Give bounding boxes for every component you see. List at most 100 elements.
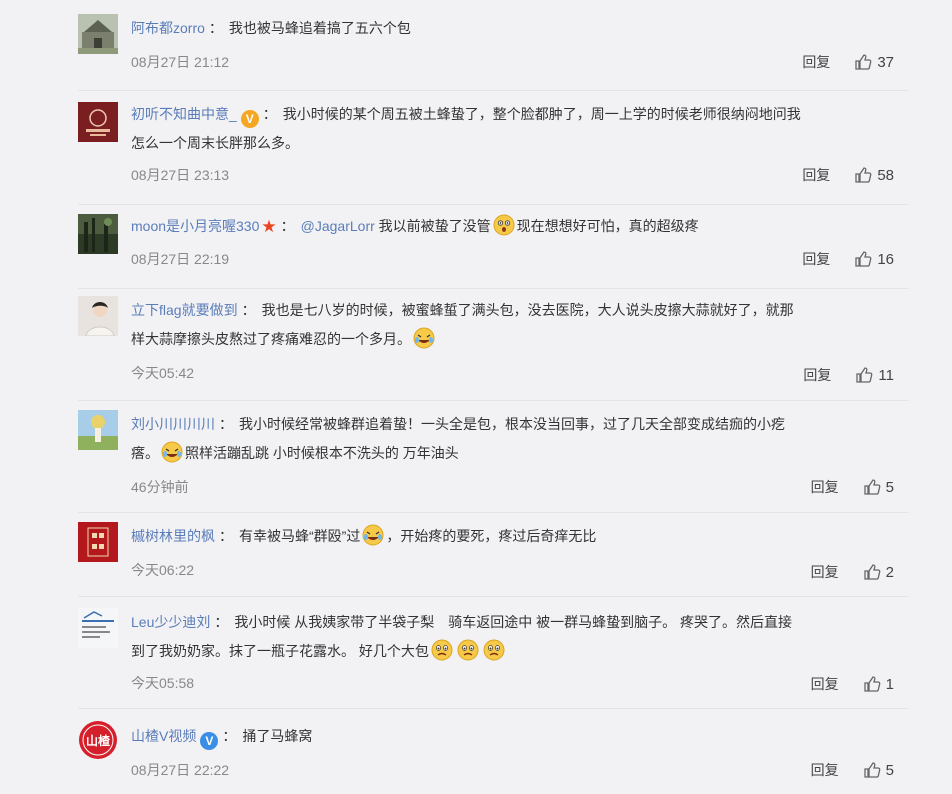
avatar[interactable] (78, 410, 118, 450)
like-button[interactable]: 16 (854, 250, 894, 268)
comment-item: 刘小川川川川： 我小时候经常被蜂群追着蛰！一头全是包，根本没当回事，过了几天全部变… (78, 400, 908, 513)
reply-button[interactable]: 回复 (802, 249, 830, 269)
comment-actions: 回复 11 (803, 365, 894, 385)
like-button[interactable]: 2 (863, 563, 894, 581)
verified-badge-icon: V (240, 110, 259, 128)
reply-button[interactable]: 回复 (802, 165, 830, 185)
comment-text-a: 我以前被蛰了没管 (378, 218, 491, 234)
verified-badge-icon: V (200, 732, 219, 750)
comment-text-line1: 我小时候 从我姨家带了半袋子梨 骑车返回途中 被一群马蜂蛰到脑子。 疼哭了。然后… (234, 614, 793, 630)
thumbs-up-icon (864, 479, 881, 495)
comment-text-line2: 怎么一个周末长胖那么多。 (131, 135, 299, 151)
comment-item: 阿布都zorro： 我也被马蜂追着搞了五六个包 08月27日 21:12 回复 3… (78, 0, 908, 91)
comment-list: 阿布都zorro：我也被马蜂追着搞了五六个包 08月27日 21:12 回复 3… (0, 0, 952, 794)
thumbs-up-icon (864, 762, 881, 778)
avatar[interactable] (78, 608, 118, 648)
comment-text-line1: 我也是七八岁的时候，被蜜蜂蜇了满头包，没去医院，大人说头皮擦大蒜就好了，就那 (261, 302, 794, 318)
comment-text: 我也被马蜂追着搞了五六个包 (228, 20, 411, 36)
comment-body: 槭树林里的枫： 有幸被马蜂“群殴”过 ，开始疼的要死，疼过后奇痒无比 (131, 522, 906, 551)
username-link[interactable]: 刘小川川川川 (131, 416, 215, 432)
comment-actions: 回复 2 (811, 562, 894, 582)
reply-button[interactable]: 回复 (811, 562, 839, 582)
reply-button[interactable]: 回复 (803, 365, 831, 385)
like-count: 5 (885, 478, 894, 496)
comment-body: 阿布都zorro： 我也被马蜂追着搞了五六个包 (131, 14, 906, 43)
colon: ： (280, 218, 295, 234)
comment-text-line2a: 瘩。 (131, 445, 159, 461)
colon: ： (241, 302, 256, 318)
username-link[interactable]: 初听不知曲中意_ (131, 106, 237, 122)
like-count: 2 (885, 563, 894, 581)
like-button[interactable]: 5 (863, 478, 894, 496)
shocked-emoji-icon (493, 214, 515, 236)
colon: ： (219, 528, 233, 544)
laughing-tears-emoji-icon (362, 524, 384, 546)
username-link[interactable]: 立下flag就要做到 (131, 302, 238, 318)
sad-emoji-icon (483, 639, 505, 661)
comment-actions: 回复 58 (802, 165, 894, 185)
like-button[interactable]: 11 (855, 366, 894, 384)
avatar[interactable]: 山楂 (78, 720, 118, 760)
thumbs-up-icon (856, 367, 873, 383)
comment-body: 立下flag就要做到： 我也是七八岁的时候，被蜜蜂蜇了满头包，没去医院，大人说头皮… (131, 296, 906, 354)
like-button[interactable]: 58 (854, 166, 894, 184)
username-link[interactable]: 槭树林里的枫 (131, 528, 215, 544)
reply-button[interactable]: 回复 (811, 760, 839, 780)
comment-text-line2b: 照样活蹦乱跳 小时候根本不洗头的 万年油头 (185, 445, 459, 461)
sad-emoji-icon (457, 639, 479, 661)
comment-text-b: ，开始疼的要死，疼过后奇痒无比 (386, 528, 597, 544)
avatar[interactable] (78, 522, 118, 562)
comment-time: 08月27日 22:22 (131, 762, 230, 778)
laughing-tears-emoji-icon (161, 441, 183, 463)
comment-item: moon是小月亮喔330 ★： @JagarLorr 我以前被蛰了没管 现在想想好可怕… (78, 204, 908, 289)
laughing-tears-emoji-icon (413, 327, 435, 349)
comment-actions: 回复 5 (811, 477, 894, 497)
reply-button[interactable]: 回复 (811, 674, 839, 694)
comment-item: Leu少少迪刘： 我小时候 从我姨家带了半袋子梨 骑车返回途中 被一群马蜂蛰到脑子… (78, 596, 908, 709)
username-link[interactable]: 阿布都zorro (131, 20, 205, 36)
comment-item: 槭树林里的枫： 有幸被马蜂“群殴”过 ，开始疼的要死，疼过后奇痒无比 今天06:22… (78, 512, 908, 597)
comment-body: 刘小川川川川： 我小时候经常被蜂群追着蛰！一头全是包，根本没当回事，过了几天全部变… (131, 410, 906, 468)
thumbs-up-icon (855, 251, 872, 267)
comment-time: 08月27日 23:13 (131, 167, 230, 183)
avatar[interactable] (78, 14, 118, 54)
comment-text-line2: 样大蒜摩擦头皮熬过了疼痛难忍的一个多月。 (131, 331, 411, 347)
reply-button[interactable]: 回复 (802, 52, 830, 72)
comment-time: 今天05:42 (131, 365, 195, 381)
avatar[interactable] (78, 296, 118, 336)
colon: ： (262, 106, 277, 122)
comment-actions: 回复 37 (802, 52, 894, 72)
thumbs-up-icon (864, 676, 881, 692)
like-count: 37 (877, 53, 894, 71)
comment-body: 初听不知曲中意_ V： 我小时候的某个周五被土蜂蛰了，整个脸都肿了，周一上学的时候老… (131, 100, 906, 158)
avatar[interactable] (78, 214, 118, 254)
comment-actions: 回复 16 (802, 249, 894, 269)
like-button[interactable]: 37 (854, 53, 894, 71)
comment-time: 08月27日 22:19 (131, 251, 230, 267)
username-link[interactable]: 山楂V视频 (131, 728, 196, 744)
like-count: 11 (878, 366, 894, 384)
comment-item: 初听不知曲中意_ V： 我小时候的某个周五被土蜂蛰了，整个脸都肿了，周一上学的时候老… (78, 90, 908, 205)
like-count: 1 (885, 675, 894, 693)
like-count: 16 (877, 250, 894, 268)
comment-text-b: 现在想想好可怕，真的超级疼 (516, 218, 699, 234)
username-link[interactable]: Leu少少迪刘 (131, 614, 210, 630)
sad-emoji-icon (431, 639, 453, 661)
like-count: 5 (885, 761, 894, 779)
colon: ： (222, 728, 237, 744)
avatar[interactable] (78, 102, 118, 142)
avatar-text: 山楂 (86, 733, 111, 748)
thumbs-up-icon (855, 167, 872, 183)
comment-body: moon是小月亮喔330 ★： @JagarLorr 我以前被蛰了没管 现在想想好可怕… (131, 212, 906, 241)
mention-link[interactable]: @JagarLorr (301, 218, 375, 234)
comment-text-a: 有幸被马蜂“群殴”过 (239, 528, 361, 544)
reply-button[interactable]: 回复 (811, 477, 839, 497)
like-button[interactable]: 5 (863, 761, 894, 779)
comment-text: 捅了马蜂窝 (242, 728, 313, 744)
comment-text-line1: 我小时候的某个周五被土蜂蛰了，整个脸都肿了，周一上学的时候老师很纳闷地问我 (282, 106, 801, 122)
username-link[interactable]: moon是小月亮喔330 (131, 218, 259, 234)
comment-body: Leu少少迪刘： 我小时候 从我姨家带了半袋子梨 骑车返回途中 被一群马蜂蛰到脑子… (131, 608, 906, 666)
star-icon: ★ (261, 217, 277, 236)
like-button[interactable]: 1 (863, 675, 894, 693)
like-count: 58 (877, 166, 894, 184)
